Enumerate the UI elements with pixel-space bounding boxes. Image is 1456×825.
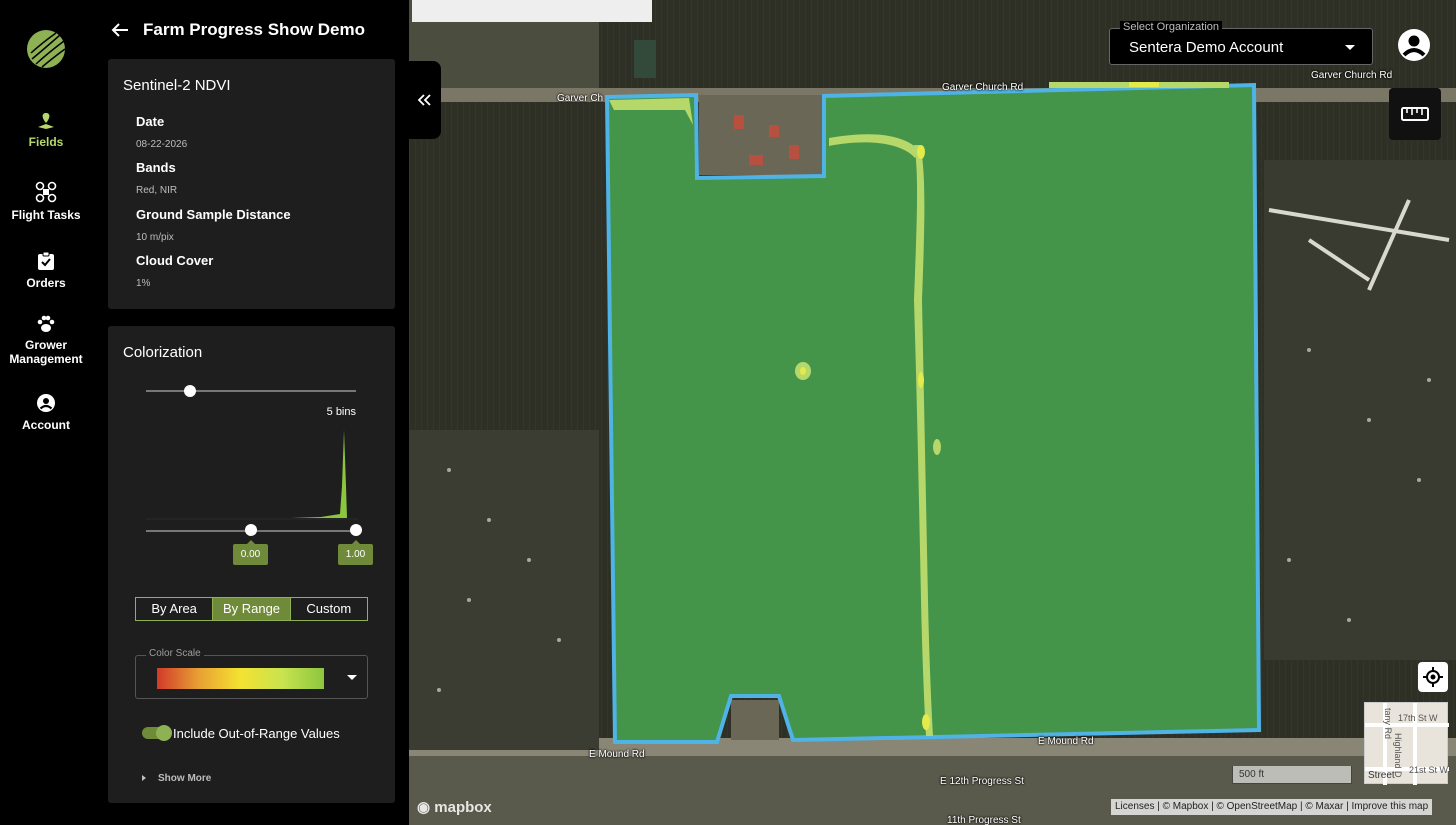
- thumb-label: 21st St W: [1409, 765, 1449, 775]
- nav-label: Account: [22, 418, 70, 432]
- fields-icon: [38, 113, 54, 129]
- colorization-title: Colorization: [123, 344, 203, 361]
- measure-button[interactable]: [1389, 88, 1441, 140]
- logo[interactable]: [26, 29, 66, 69]
- out-of-range-label: Include Out-of-Range Values: [173, 726, 340, 741]
- page-title: Farm Progress Show Demo: [143, 20, 366, 39]
- map-scale-bar: 500 ft: [1232, 766, 1352, 784]
- locate-icon: [1423, 667, 1443, 687]
- locate-button[interactable]: [1418, 662, 1448, 692]
- chevron-down-icon: [1345, 45, 1355, 50]
- organization-select-label: Select Organization: [1120, 21, 1222, 33]
- bins-slider-knob[interactable]: [184, 385, 196, 397]
- nav-item-account[interactable]: Account: [0, 393, 92, 432]
- street-label: Street: [1368, 770, 1395, 781]
- user-avatar-icon[interactable]: [1397, 28, 1431, 62]
- app-root: Fields Flight Tasks Orders Grower Manage…: [0, 0, 1456, 825]
- ruler-icon: [1401, 107, 1429, 121]
- road-label: Garver Ch: [557, 93, 604, 104]
- road-label: 11th Progress St: [947, 815, 1021, 825]
- drone-icon: [35, 181, 57, 203]
- tab-by-range[interactable]: By Range: [213, 598, 291, 620]
- colorization-card: Colorization 5 bins 0.00 1.00 By Area By…: [108, 326, 395, 803]
- nav-label: Flight Tasks: [11, 208, 81, 222]
- cloud-cover-value: 1%: [136, 278, 151, 289]
- chevron-down-icon: [347, 675, 357, 680]
- nav-item-orders[interactable]: Orders: [0, 251, 92, 290]
- clipboard-icon: [38, 251, 54, 270]
- mapbox-logo-text: mapbox: [434, 799, 492, 816]
- nav-rail: Fields Flight Tasks Orders Grower Manage…: [0, 0, 92, 825]
- nav-item-fields[interactable]: Fields: [0, 112, 92, 149]
- date-value: 08-22-2026: [136, 139, 188, 150]
- imagery-info-card: Sentinel-2 NDVI Date 08-22-2026 Bands Re…: [108, 59, 395, 309]
- toggle-knob: [156, 725, 172, 741]
- caret-right-icon: [142, 775, 146, 782]
- colorization-mode-tabs: By Area By Range Custom: [135, 597, 368, 621]
- thumb-label: tany Rd: [1383, 708, 1393, 739]
- map-attribution[interactable]: Licenses | © Mapbox | © OpenStreetMap | …: [1111, 799, 1433, 815]
- nav-label: Fields: [28, 135, 64, 149]
- color-scale-label: Color Scale: [146, 648, 204, 659]
- organization-select-value: Sentera Demo Account: [1129, 39, 1284, 56]
- paw-icon: [37, 315, 55, 332]
- organization-select[interactable]: Select Organization Sentera Demo Account: [1109, 21, 1373, 65]
- tab-by-area[interactable]: By Area: [136, 598, 214, 620]
- gsd-value: 10 m/pix: [136, 232, 174, 243]
- show-more-link[interactable]: Show More: [142, 773, 211, 784]
- out-of-range-toggle[interactable]: [142, 725, 172, 741]
- tab-custom[interactable]: Custom: [291, 598, 367, 620]
- side-panel: Farm Progress Show Demo Sentinel-2 NDVI …: [92, 0, 409, 825]
- nav-item-grower-management[interactable]: Grower Management: [0, 315, 92, 366]
- road-label: E Mound Rd: [1038, 736, 1094, 747]
- date-label: Date: [136, 114, 165, 129]
- road-label: Garver Church Rd: [1311, 70, 1393, 81]
- bands-label: Bands: [136, 160, 176, 175]
- color-scale-select[interactable]: Color Scale: [135, 648, 368, 699]
- panel-header: Farm Progress Show Demo: [108, 18, 365, 42]
- bins-label: 5 bins: [326, 406, 356, 418]
- bins-slider[interactable]: [146, 390, 356, 392]
- mapbox-logo[interactable]: ◉ mapbox: [417, 798, 492, 816]
- color-scale-gradient: [157, 668, 324, 689]
- imagery-title: Sentinel-2 NDVI: [123, 77, 231, 94]
- range-min-knob[interactable]: [245, 524, 257, 536]
- satellite-imagery: [409, 0, 1456, 825]
- bands-value: Red, NIR: [136, 185, 178, 196]
- collapse-panel-button[interactable]: [409, 61, 441, 139]
- back-arrow-icon[interactable]: [108, 18, 132, 42]
- nav-label: Orders: [26, 276, 66, 290]
- road-label: E Mound Rd: [589, 749, 645, 760]
- range-min-value: 0.00: [233, 540, 268, 565]
- thumb-label: 17th St W: [1398, 713, 1438, 723]
- nav-item-flight-tasks[interactable]: Flight Tasks: [0, 181, 92, 222]
- range-max-knob[interactable]: [350, 524, 362, 536]
- double-chevron-left-icon: [417, 94, 431, 106]
- histogram: [146, 430, 358, 520]
- account-icon: [37, 394, 55, 412]
- show-more-label: Show More: [158, 773, 212, 784]
- range-max-value: 1.00: [338, 540, 373, 565]
- road-label: E 12th Progress St: [940, 776, 1024, 787]
- road-label: Garver Church Rd: [942, 82, 1024, 93]
- cloud-cover-label: Cloud Cover: [136, 253, 214, 268]
- nav-label: Grower Management: [9, 338, 83, 366]
- map-view[interactable]: Garver Ch Garver Church Rd Garver Church…: [409, 0, 1456, 825]
- gsd-label: Ground Sample Distance: [136, 207, 291, 222]
